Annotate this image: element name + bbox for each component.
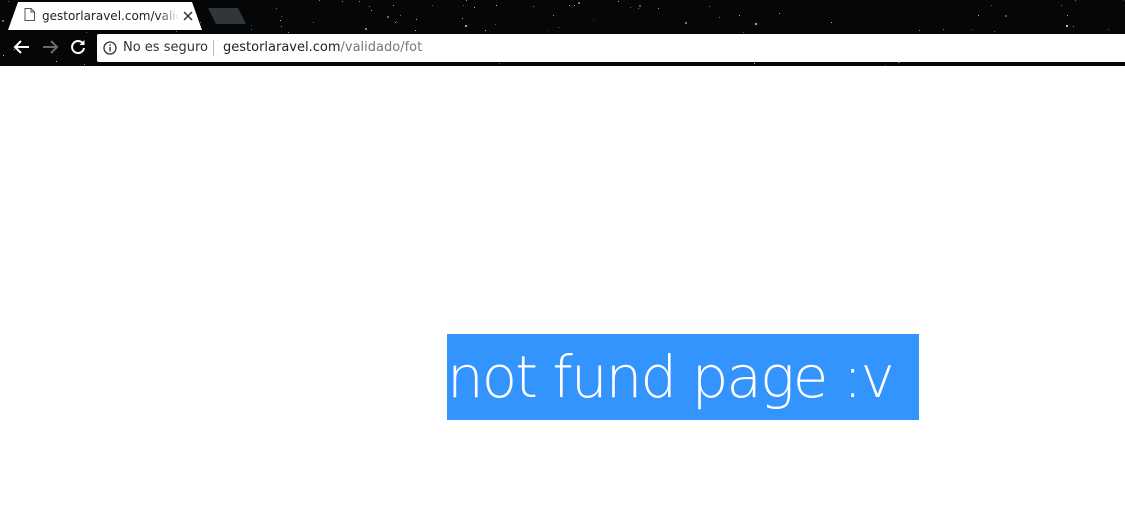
not-found-message-text: not fund page :v bbox=[447, 343, 895, 411]
address-bar[interactable]: No es seguro gestorlaravel.com/validado/… bbox=[97, 34, 1125, 62]
tab-active[interactable]: gestorlaravel.com/validado/fot bbox=[8, 2, 202, 30]
toolbar: No es seguro gestorlaravel.com/validado/… bbox=[0, 30, 1125, 66]
page-icon bbox=[24, 8, 35, 21]
browser-chrome: gestorlaravel.com/validado/fot No es seg… bbox=[0, 0, 1125, 66]
not-found-message: not fund page :v bbox=[447, 334, 919, 420]
close-icon[interactable] bbox=[182, 10, 194, 22]
page-content: not fund page :v bbox=[0, 66, 1125, 517]
info-icon[interactable] bbox=[103, 41, 117, 55]
new-tab-button[interactable] bbox=[208, 8, 246, 24]
url-text[interactable]: gestorlaravel.com/validado/fot bbox=[223, 40, 422, 55]
tab-strip: gestorlaravel.com/validado/fot bbox=[0, 0, 1125, 30]
arrow-right-icon[interactable] bbox=[40, 37, 60, 57]
arrow-left-icon[interactable] bbox=[12, 37, 32, 57]
url-host: gestorlaravel.com bbox=[223, 40, 341, 55]
reload-icon[interactable] bbox=[68, 37, 88, 57]
omnibox-separator bbox=[213, 40, 214, 56]
security-label[interactable]: No es seguro bbox=[123, 40, 208, 55]
tab-title: gestorlaravel.com/validado/fot bbox=[42, 9, 179, 23]
url-path: /validado/fot bbox=[340, 40, 423, 55]
